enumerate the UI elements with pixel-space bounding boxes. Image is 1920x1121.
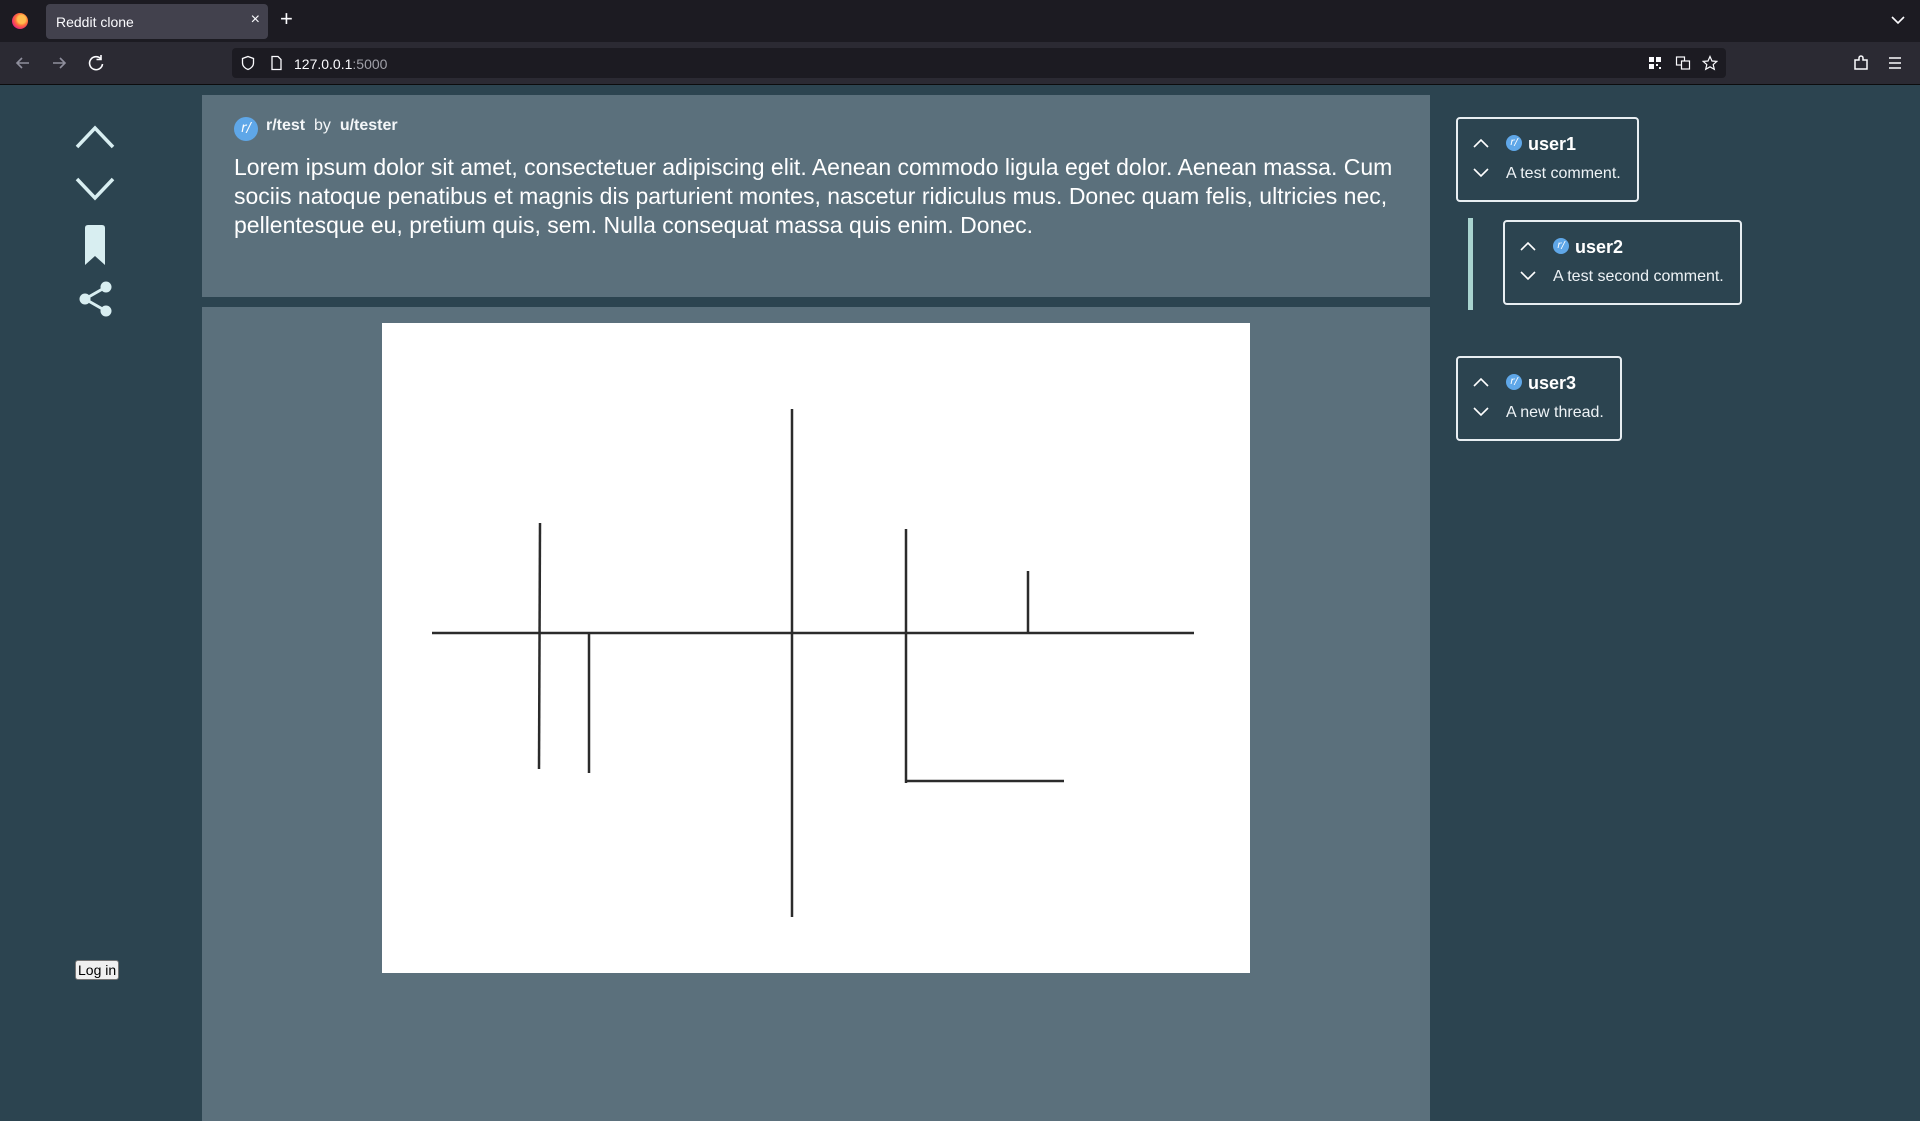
tab-close-icon[interactable]: × [251,11,260,29]
comment-username[interactable]: user1 [1528,134,1576,155]
comment-card: r/ user3 A new thread. [1456,356,1622,441]
user-avatar-icon: r/ [1506,135,1522,151]
comment-card: r/ user1 A test comment. [1456,117,1639,202]
by-label: by [314,117,331,134]
post-meta: r/test by u/tester [266,117,398,135]
new-tab-icon[interactable]: + [280,8,293,30]
downvote-icon[interactable] [74,175,116,203]
login-button[interactable]: Log in [75,960,120,980]
post-actions-sidebar: Log in [0,85,200,1046]
share-icon[interactable] [78,281,114,317]
qr-code-icon[interactable] [1647,55,1663,71]
comment-downvote-icon[interactable] [1472,406,1490,418]
user-avatar-icon: r/ [1506,374,1522,390]
comment-upvote-icon[interactable] [1472,376,1490,388]
comment-username[interactable]: user2 [1575,237,1623,258]
url-host: 127.0.0.1 [294,56,353,72]
comment-text: A test comment. [1506,165,1621,182]
comment-text: A test second comment. [1553,268,1724,285]
comment-username[interactable]: user3 [1528,373,1576,394]
firefox-logo-icon [12,13,28,29]
upvote-icon[interactable] [74,123,116,151]
comment-upvote-icon[interactable] [1472,137,1490,149]
tab-title: Reddit clone [56,14,134,30]
comment-downvote-icon[interactable] [1519,270,1537,282]
browser-nav-bar: 127.0.0.1:5000 [0,42,1920,85]
comment-upvote-icon[interactable] [1519,240,1537,252]
page-content: Log in r/ r/test by u/tester Lorem ipsum… [0,85,1920,1121]
subreddit-logo-icon: r/ [234,117,258,141]
browser-tab[interactable]: Reddit clone × [46,4,268,39]
line-drawing [432,409,1194,917]
comment-text: A new thread. [1506,404,1604,421]
reload-icon[interactable] [85,52,107,74]
url-bar[interactable]: 127.0.0.1:5000 [232,48,1726,78]
post-image [382,323,1250,973]
shield-icon[interactable] [240,55,256,71]
extensions-icon[interactable] [1850,52,1872,74]
subreddit-link[interactable]: r/test [266,117,305,134]
author-link[interactable]: u/tester [340,117,398,134]
comment-card-reply: r/ user2 A test second comment. [1503,220,1742,305]
post-body: Lorem ipsum dolor sit amet, consectetuer… [234,154,1393,238]
thread-line[interactable] [1468,218,1473,310]
bookmark-star-icon[interactable] [1702,55,1718,71]
menu-icon[interactable] [1884,52,1906,74]
forward-icon[interactable] [48,52,70,74]
user-avatar-icon: r/ [1553,238,1569,254]
translate-icon[interactable] [1675,55,1691,71]
url-port: :5000 [352,56,388,72]
tab-list-chevron-icon[interactable] [1890,12,1906,28]
page-info-icon[interactable] [268,55,284,71]
post-header: r/ r/test by u/tester Lorem ipsum dolor … [202,95,1430,297]
url-text[interactable]: 127.0.0.1:5000 [294,56,387,72]
back-icon[interactable] [12,52,34,74]
comment-downvote-icon[interactable] [1472,167,1490,179]
post-media [202,307,1430,1121]
browser-tab-bar: Reddit clone × + [0,0,1920,42]
bookmark-icon[interactable] [84,225,106,265]
